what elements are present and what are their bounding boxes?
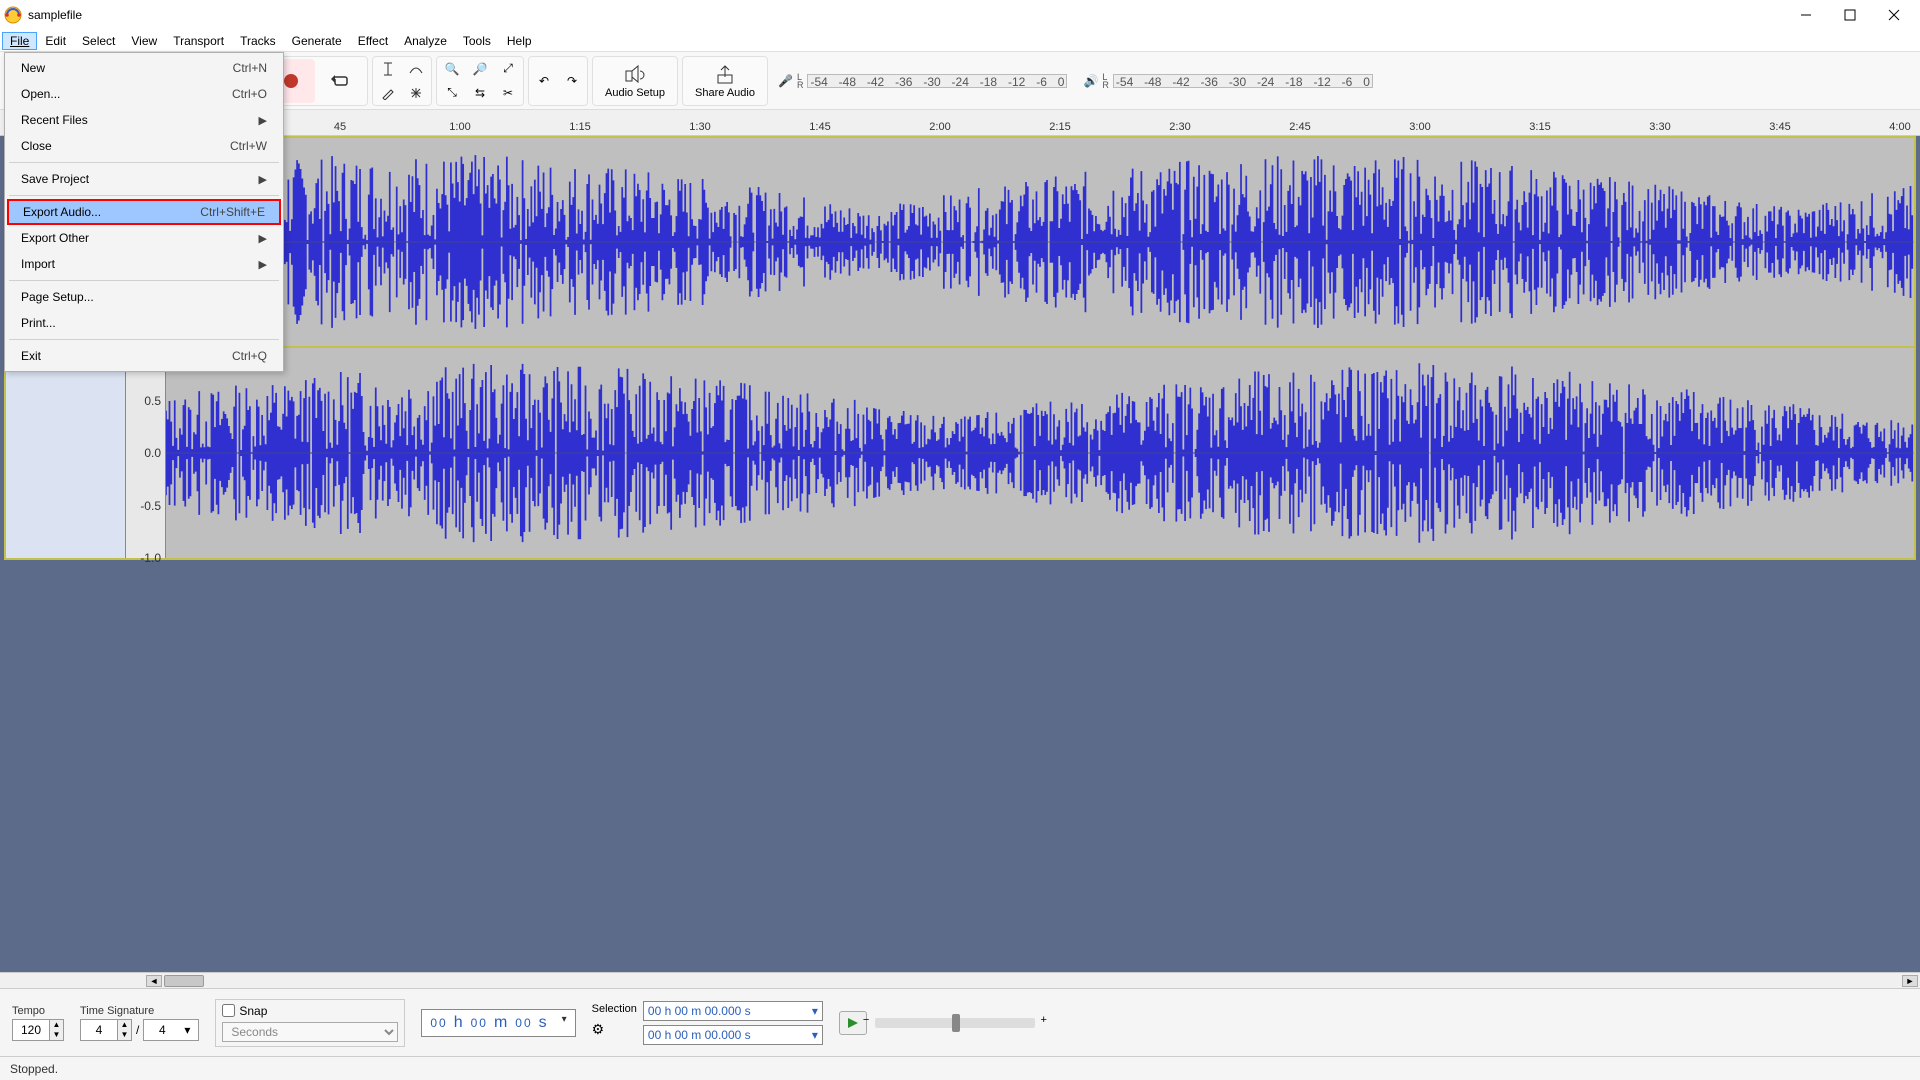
zoom-toggle-icon[interactable]: ⇆: [467, 82, 493, 104]
menu-view[interactable]: View: [123, 32, 165, 50]
audio-track: ▲ Select 1.00.50.0-0.5-1.0: [4, 136, 1916, 348]
status-bar: Stopped.: [0, 1056, 1920, 1080]
menu-tracks[interactable]: Tracks: [232, 32, 284, 50]
edit-tools-group: [372, 56, 432, 106]
menu-item-import[interactable]: Import▶: [7, 251, 281, 277]
redo-icon[interactable]: ↷: [559, 70, 585, 92]
minimize-button[interactable]: [1784, 0, 1828, 30]
menu-effect[interactable]: Effect: [350, 32, 396, 50]
fit-selection-icon[interactable]: ⤢: [495, 58, 521, 80]
app-icon: [4, 6, 22, 24]
record-meter: 🎤 LR -54-48-42-36-30-24-18-12-60: [772, 73, 1073, 89]
timeline-ruler[interactable]: 30451:001:151:301:452:002:152:302:453:00…: [0, 110, 1920, 136]
scroll-thumb[interactable]: [164, 975, 204, 987]
selection-start[interactable]: 00 h 00 m 00.000 s▾: [643, 1001, 823, 1021]
close-button[interactable]: [1872, 0, 1916, 30]
waveform-channel-left[interactable]: [166, 138, 1914, 346]
track-control-panel-right: [6, 348, 126, 558]
menu-edit[interactable]: Edit: [37, 32, 74, 50]
menu-item-new[interactable]: NewCtrl+N: [7, 55, 281, 81]
menu-item-recent-files[interactable]: Recent Files▶: [7, 107, 281, 133]
scroll-right-arrow[interactable]: ►: [1902, 975, 1918, 987]
menu-transport[interactable]: Transport: [165, 32, 232, 50]
window-title: samplefile: [28, 8, 82, 22]
scroll-left-arrow[interactable]: ◄: [146, 975, 162, 987]
loop-button[interactable]: [317, 59, 365, 103]
draw-tool-icon[interactable]: [375, 82, 401, 104]
menu-help[interactable]: Help: [499, 32, 540, 50]
menu-analyze[interactable]: Analyze: [396, 32, 455, 50]
menu-file[interactable]: File: [2, 32, 37, 50]
playback-meter: 🔊 LR -54-48-42-36-30-24-18-12-60: [1077, 73, 1378, 89]
gear-icon[interactable]: ⚙: [592, 1021, 637, 1038]
trim-icon[interactable]: ✂: [495, 82, 521, 104]
playback-speed-slider[interactable]: −+: [875, 1018, 1035, 1028]
timesig-numerator[interactable]: ▲▼: [80, 1019, 132, 1041]
menu-item-page-setup-[interactable]: Page Setup...: [7, 284, 281, 310]
play-at-speed-group: −+: [839, 1011, 1035, 1035]
zoom-in-icon[interactable]: 🔍: [439, 58, 465, 80]
toolbar: 🔍 🔎 ⤢ ⤡ ⇆ ✂ ↶ ↷ Audio Setup Share Audio …: [0, 52, 1920, 110]
selection-panel: Selection ⚙ 00 h 00 m 00.000 s▾ 00 h 00 …: [592, 1001, 823, 1045]
timesig-field: Time Signature ▲▼ / ▾: [80, 1005, 199, 1041]
zoom-group: 🔍 🔎 ⤢ ⤡ ⇆ ✂: [436, 56, 524, 106]
undo-icon[interactable]: ↶: [531, 70, 557, 92]
waveform-channel-right[interactable]: [166, 348, 1914, 558]
tempo-input[interactable]: ▲▼: [12, 1019, 64, 1041]
audio-track-right: 1.00.50.0-0.5-1.0: [4, 348, 1916, 560]
audio-setup-group: Audio Setup: [592, 56, 678, 106]
track-area: ▲ Select 1.00.50.0-0.5-1.0 1.00.50.0-0.5…: [0, 136, 1920, 972]
envelope-tool-icon[interactable]: [403, 58, 429, 80]
menu-item-open-[interactable]: Open...Ctrl+O: [7, 81, 281, 107]
menubar: File Edit Select View Transport Tracks G…: [0, 30, 1920, 52]
menu-item-exit[interactable]: ExitCtrl+Q: [7, 343, 281, 369]
snap-select[interactable]: Seconds: [222, 1022, 398, 1042]
menu-generate[interactable]: Generate: [284, 32, 350, 50]
horizontal-scrollbar[interactable]: ◄ ►: [0, 972, 1920, 988]
maximize-button[interactable]: [1828, 0, 1872, 30]
menu-item-close[interactable]: CloseCtrl+W: [7, 133, 281, 159]
titlebar: samplefile: [0, 0, 1920, 30]
timesig-denominator[interactable]: ▾: [143, 1019, 199, 1041]
zoom-out-icon[interactable]: 🔎: [467, 58, 493, 80]
menu-item-export-audio-[interactable]: Export Audio...Ctrl+Shift+E: [7, 199, 281, 225]
mic-icon[interactable]: 🎤: [778, 74, 793, 88]
multi-tool-icon[interactable]: [403, 82, 429, 104]
tempo-field: Tempo ▲▼: [12, 1005, 64, 1041]
amplitude-scale-right: 1.00.50.0-0.5-1.0: [126, 348, 166, 558]
playback-meter-scale[interactable]: -54-48-42-36-30-24-18-12-60: [1113, 74, 1373, 88]
menu-item-export-other[interactable]: Export Other▶: [7, 225, 281, 251]
selection-end[interactable]: 00 h 00 m 00.000 s▾: [643, 1025, 823, 1045]
fit-project-icon[interactable]: ⤡: [439, 82, 465, 104]
menu-item-save-project[interactable]: Save Project▶: [7, 166, 281, 192]
share-audio-group: Share Audio: [682, 56, 768, 106]
menu-select[interactable]: Select: [74, 32, 123, 50]
menu-item-print-[interactable]: Print...: [7, 310, 281, 336]
menu-tools[interactable]: Tools: [455, 32, 499, 50]
undo-group: ↶ ↷: [528, 56, 588, 106]
selection-tool-icon[interactable]: [375, 58, 401, 80]
speaker-icon[interactable]: 🔊: [1083, 74, 1098, 88]
file-dropdown: NewCtrl+NOpen...Ctrl+ORecent Files▶Close…: [4, 52, 284, 372]
bottom-toolbar: Tempo ▲▼ Time Signature ▲▼ / ▾ Snap Seco…: [0, 988, 1920, 1056]
status-text: Stopped.: [10, 1062, 58, 1076]
snap-checkbox[interactable]: [222, 1004, 235, 1017]
record-meter-scale[interactable]: -54-48-42-36-30-24-18-12-60: [807, 74, 1067, 88]
snap-panel: Snap Seconds: [215, 999, 405, 1047]
share-audio-button[interactable]: Share Audio: [685, 59, 765, 103]
audio-setup-button[interactable]: Audio Setup: [595, 59, 675, 103]
time-counter[interactable]: 00h 00m 00s: [421, 1009, 575, 1037]
